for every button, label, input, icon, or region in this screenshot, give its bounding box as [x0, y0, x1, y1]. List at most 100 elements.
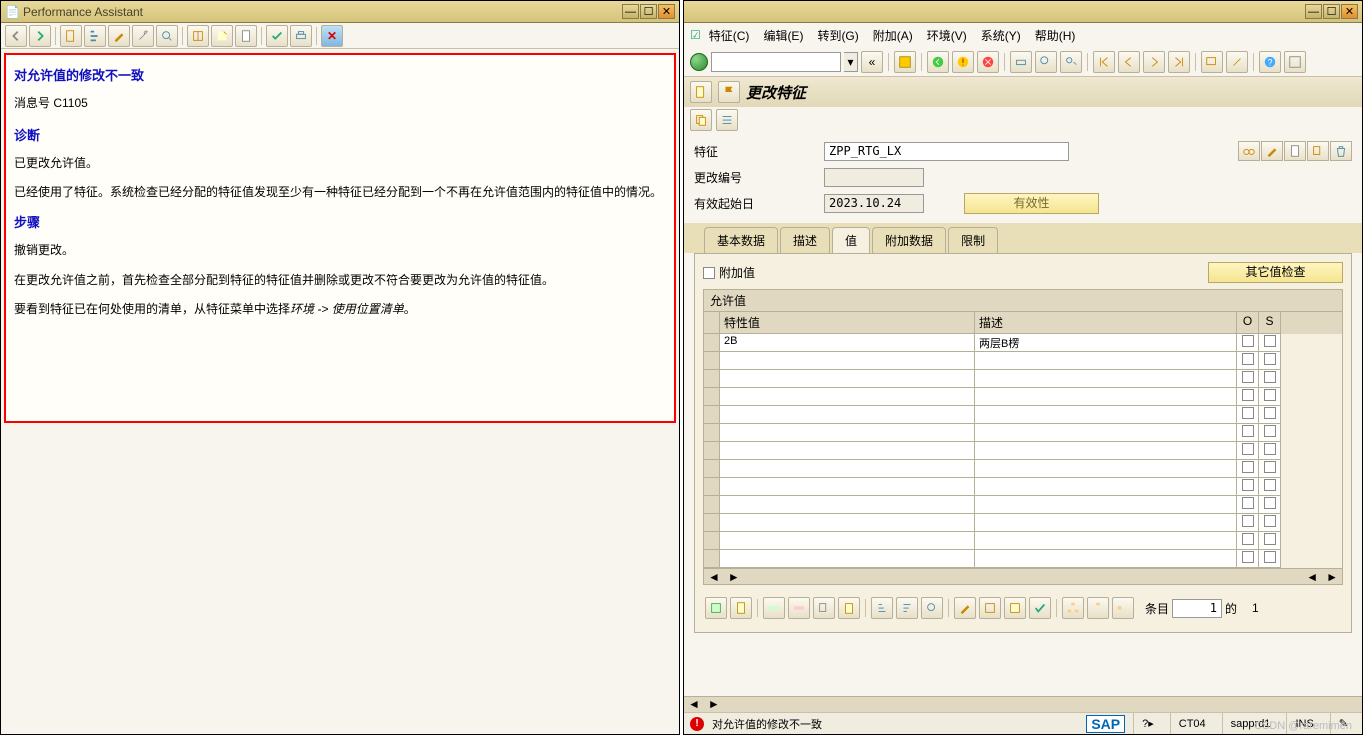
- menu-characteristic[interactable]: 特征(C): [703, 25, 756, 46]
- maximize-button[interactable]: ☐: [1323, 4, 1340, 19]
- minimize-button[interactable]: —: [622, 4, 639, 19]
- tool-btn-8[interactable]: [235, 25, 257, 47]
- menu-system[interactable]: 系统(Y): [975, 25, 1027, 46]
- copy-char-button[interactable]: [1307, 141, 1329, 161]
- tool-btn-1[interactable]: [60, 25, 82, 47]
- minimize-button[interactable]: —: [1305, 4, 1322, 19]
- tab-strip: 基本数据 描述 值 附加数据 限制: [684, 223, 1362, 253]
- table-row[interactable]: [704, 424, 1342, 442]
- tbl-copy-button[interactable]: [813, 597, 835, 619]
- print-button[interactable]: [1010, 51, 1032, 73]
- tab-restrictions[interactable]: 限制: [948, 227, 998, 253]
- valid-from-input[interactable]: [824, 194, 924, 213]
- forward-button[interactable]: [29, 25, 51, 47]
- change-number-input[interactable]: [824, 168, 924, 187]
- menu-goto[interactable]: 转到(G): [811, 25, 864, 46]
- tab-values[interactable]: 值: [832, 227, 870, 253]
- tool-btn-5[interactable]: [156, 25, 178, 47]
- table-row[interactable]: [704, 550, 1342, 568]
- table-row[interactable]: [704, 514, 1342, 532]
- save-button[interactable]: [894, 51, 916, 73]
- characteristic-input[interactable]: [824, 142, 1069, 161]
- print-button[interactable]: [290, 25, 312, 47]
- tbl-insert-button[interactable]: [763, 597, 785, 619]
- tbl-btn-1[interactable]: [705, 597, 727, 619]
- table-row[interactable]: [704, 388, 1342, 406]
- back-button[interactable]: [5, 25, 27, 47]
- menu-edit[interactable]: 编辑(E): [757, 25, 809, 46]
- horizontal-scrollbar[interactable]: ◄► ◄►: [703, 569, 1343, 585]
- tab-additional[interactable]: 附加数据: [872, 227, 946, 253]
- shortcut-button[interactable]: [1226, 51, 1248, 73]
- cancel-button[interactable]: [977, 51, 999, 73]
- table-row[interactable]: [704, 478, 1342, 496]
- tool-btn-6[interactable]: [187, 25, 209, 47]
- command-dropdown[interactable]: ▾: [844, 52, 858, 72]
- other-value-check-button[interactable]: 其它值检查: [1208, 262, 1343, 283]
- tbl-text-button[interactable]: [1004, 597, 1026, 619]
- help-button[interactable]: ?: [1259, 51, 1281, 73]
- table-row[interactable]: [704, 370, 1342, 388]
- menu-help[interactable]: 帮助(H): [1029, 25, 1082, 46]
- first-page-button[interactable]: [1093, 51, 1115, 73]
- sub-btn-2[interactable]: [716, 109, 738, 131]
- find-next-button[interactable]: [1060, 51, 1082, 73]
- tool-btn-9[interactable]: [266, 25, 288, 47]
- tbl-hier2-button[interactable]: [1087, 597, 1109, 619]
- find-button[interactable]: [1035, 51, 1057, 73]
- maximize-button[interactable]: ☐: [640, 4, 657, 19]
- pencil-button[interactable]: [1261, 141, 1283, 161]
- close-help-button[interactable]: ✕: [321, 25, 343, 47]
- tbl-hier-button[interactable]: [1062, 597, 1084, 619]
- tool-btn-2[interactable]: [84, 25, 106, 47]
- tab-description[interactable]: 描述: [780, 227, 830, 253]
- tbl-sort-asc-button[interactable]: [871, 597, 893, 619]
- menu-extras[interactable]: 附加(A): [867, 25, 919, 46]
- tool-btn-7[interactable]: [211, 25, 233, 47]
- tbl-find-button[interactable]: [921, 597, 943, 619]
- new-session-button[interactable]: [1201, 51, 1223, 73]
- tbl-paste-button[interactable]: [838, 597, 860, 619]
- status-help[interactable]: ?▸: [1133, 713, 1162, 734]
- create-button[interactable]: [1284, 141, 1306, 161]
- tbl-edit-button[interactable]: [954, 597, 976, 619]
- table-row[interactable]: [704, 460, 1342, 478]
- delete-button[interactable]: [1330, 141, 1352, 161]
- next-page-button[interactable]: [1143, 51, 1165, 73]
- close-button[interactable]: ✕: [658, 4, 675, 19]
- table-row[interactable]: [704, 442, 1342, 460]
- tbl-select-button[interactable]: [979, 597, 1001, 619]
- last-page-button[interactable]: [1168, 51, 1190, 73]
- command-field[interactable]: [711, 52, 841, 72]
- tbl-delete-button[interactable]: [788, 597, 810, 619]
- tbl-check-button[interactable]: [1029, 597, 1051, 619]
- app-icon-2[interactable]: [718, 81, 740, 103]
- app-icon-1[interactable]: [690, 81, 712, 103]
- layout-button[interactable]: [1284, 51, 1306, 73]
- tool-btn-3[interactable]: [108, 25, 130, 47]
- tool-btn-4[interactable]: [132, 25, 154, 47]
- validity-button[interactable]: 有效性: [964, 193, 1099, 214]
- enter-button[interactable]: [690, 53, 708, 71]
- table-row[interactable]: 2B两层B楞: [704, 334, 1342, 352]
- tbl-hier3-button[interactable]: [1112, 597, 1134, 619]
- tbl-btn-2[interactable]: [730, 597, 752, 619]
- menu-environment[interactable]: 环境(V): [921, 25, 973, 46]
- overflow-scrollbar[interactable]: ◄►: [684, 696, 1362, 712]
- exit-button[interactable]: [952, 51, 974, 73]
- entry-number-input[interactable]: [1172, 599, 1222, 618]
- table-row[interactable]: [704, 496, 1342, 514]
- additional-values-checkbox[interactable]: 附加值: [703, 264, 755, 281]
- glasses-button[interactable]: [1238, 141, 1260, 161]
- table-row[interactable]: [704, 406, 1342, 424]
- table-row[interactable]: [704, 532, 1342, 550]
- menu-icon[interactable]: ☑: [690, 28, 701, 42]
- sub-btn-1[interactable]: [690, 109, 712, 131]
- prev-page-button[interactable]: [1118, 51, 1140, 73]
- table-row[interactable]: [704, 352, 1342, 370]
- back-nav-button[interactable]: [927, 51, 949, 73]
- history-button[interactable]: «: [861, 51, 883, 73]
- close-button[interactable]: ✕: [1341, 4, 1358, 19]
- tab-basic-data[interactable]: 基本数据: [704, 227, 778, 253]
- tbl-sort-desc-button[interactable]: [896, 597, 918, 619]
